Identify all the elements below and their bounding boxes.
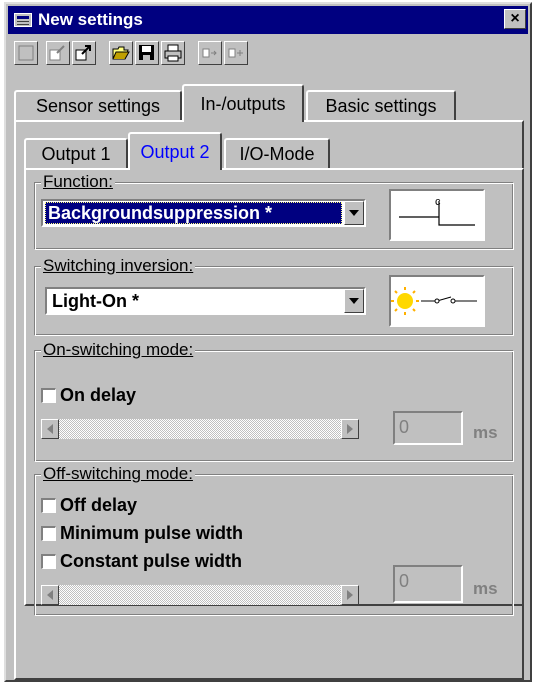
- export-button[interactable]: [72, 41, 96, 65]
- function-select[interactable]: Backgroundsuppression *: [41, 199, 366, 227]
- off-delay-checkbox-box[interactable]: [41, 498, 56, 513]
- minimum-pulse-width-checkbox-box[interactable]: [41, 526, 56, 541]
- diagram-label: c: [435, 196, 441, 208]
- tab-output-1[interactable]: Output 1: [24, 138, 128, 168]
- switching-inversion-group: Switching inversion: Light-On *: [34, 256, 514, 336]
- switching-inversion-value: Light-On *: [52, 290, 139, 311]
- window-title: New settings: [38, 10, 143, 29]
- arrow-right-icon: [347, 424, 353, 434]
- function-group: Function: Backgroundsuppression * c: [34, 172, 514, 250]
- close-button[interactable]: ×: [504, 9, 526, 29]
- title-bar[interactable]: New settings ×: [8, 6, 528, 34]
- save-button[interactable]: [135, 41, 159, 65]
- edit-icon: [49, 45, 65, 61]
- constant-pulse-width-label: Constant pulse width: [60, 551, 242, 571]
- app-icon: [14, 13, 32, 27]
- function-dropdown-button[interactable]: [344, 201, 364, 225]
- on-switching-label: On-switching mode:: [41, 340, 196, 360]
- on-delay-label: On delay: [60, 385, 137, 405]
- function-preview: c: [389, 189, 485, 241]
- switching-inversion-dropdown-button[interactable]: [344, 289, 364, 313]
- scroll-left-button[interactable]: [41, 419, 59, 439]
- minimum-pulse-width-label: Minimum pulse width: [60, 523, 243, 543]
- on-delay-checkbox-box[interactable]: [41, 388, 56, 403]
- step-forward-button[interactable]: [198, 41, 222, 65]
- add-icon: [228, 48, 243, 58]
- add-button[interactable]: [224, 41, 248, 65]
- minimum-pulse-width-checkbox[interactable]: Minimum pulse width: [41, 523, 243, 544]
- on-switching-group: On-switching mode: On delay 0 ms: [34, 340, 514, 462]
- off-delay-value-field[interactable]: 0: [393, 565, 463, 603]
- print-icon: [164, 44, 182, 62]
- edit-button[interactable]: [46, 41, 70, 65]
- tab-sensor-settings[interactable]: Sensor settings: [14, 90, 182, 120]
- switching-characteristic-diagram: c: [399, 196, 475, 226]
- sun-switch-icon: [391, 287, 477, 315]
- constant-pulse-width-checkbox-box[interactable]: [41, 554, 56, 569]
- open-button[interactable]: [109, 41, 133, 65]
- scroll-left-button[interactable]: [41, 585, 59, 605]
- switching-inversion-select[interactable]: Light-On *: [45, 287, 366, 315]
- light-on-preview: [389, 275, 485, 327]
- scroll-right-button[interactable]: [341, 419, 359, 439]
- print-button[interactable]: [161, 41, 185, 65]
- tab-in-outputs[interactable]: In-/outputs: [182, 84, 304, 122]
- off-switching-label: Off-switching mode:: [41, 464, 195, 484]
- off-delay-unit: ms: [473, 579, 498, 598]
- on-delay-slider[interactable]: [41, 419, 359, 439]
- new-button[interactable]: [14, 41, 38, 65]
- off-delay-label: Off delay: [60, 495, 138, 515]
- toolbar: [14, 39, 514, 69]
- switching-inversion-label: Switching inversion:: [41, 256, 196, 276]
- export-icon: [75, 45, 91, 61]
- constant-pulse-width-checkbox[interactable]: Constant pulse width: [41, 551, 242, 572]
- on-delay-value-field[interactable]: 0: [393, 411, 463, 445]
- output-2-panel: Function: Backgroundsuppression * c Swit…: [24, 168, 524, 616]
- tab-io-mode[interactable]: I/O-Mode: [224, 138, 330, 168]
- off-delay-slider[interactable]: [41, 585, 359, 605]
- function-label: Function:: [41, 172, 115, 192]
- off-delay-checkbox[interactable]: Off delay: [41, 495, 137, 516]
- arrow-left-icon: [47, 424, 53, 434]
- in-outputs-panel: Output 1 Output 2 I/O-Mode Function: Bac…: [14, 120, 524, 680]
- tab-output-2[interactable]: Output 2: [128, 132, 222, 170]
- settings-window: New settings × Sensor settings In-/outpu…: [4, 2, 532, 682]
- chevron-down-icon: [349, 210, 359, 216]
- step-forward-icon: [202, 48, 217, 58]
- new-icon: [18, 45, 34, 61]
- open-folder-icon: [112, 46, 130, 60]
- on-delay-checkbox[interactable]: On delay: [41, 385, 136, 406]
- arrow-left-icon: [47, 590, 53, 600]
- function-value: Backgroundsuppression *: [45, 202, 342, 224]
- arrow-right-icon: [347, 590, 353, 600]
- save-icon: [139, 45, 154, 60]
- off-switching-group: Off-switching mode: Off delay Minimum pu…: [34, 464, 514, 616]
- scroll-right-button[interactable]: [341, 585, 359, 605]
- tab-basic-settings[interactable]: Basic settings: [306, 90, 456, 120]
- on-delay-unit: ms: [473, 423, 498, 442]
- chevron-down-icon: [349, 298, 359, 304]
